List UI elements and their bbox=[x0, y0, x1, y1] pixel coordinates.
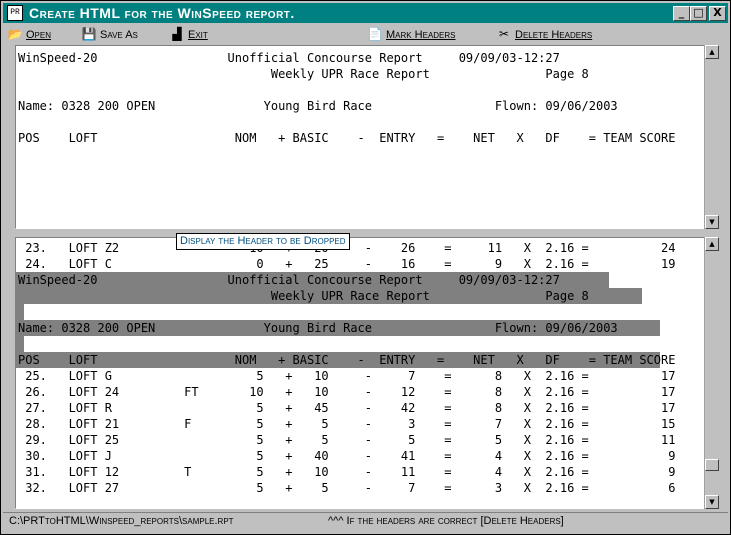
floppy-disk-icon: 💾 bbox=[81, 27, 97, 41]
table-row: 27. LOFT R 5 + 45 - 42 = 8 X 2.16 = 17 bbox=[18, 401, 676, 415]
table-row: 25. LOFT G 5 + 10 - 7 = 8 X 2.16 = 17 bbox=[18, 369, 676, 383]
scroll-down-icon[interactable]: ▼ bbox=[705, 495, 719, 509]
marked-header-line: Name: 0328 200 OPEN Young Bird Race Flow… bbox=[18, 321, 618, 335]
menu-exit[interactable]: ▟ Exit bbox=[169, 27, 208, 43]
table-row: 32. LOFT 27 5 + 5 - 7 = 3 X 2.16 = 6 bbox=[18, 481, 676, 495]
status-message: ^^^ If the headers are correct [Delete H… bbox=[328, 515, 564, 527]
app-window: PR Create HTML for the WinSpeed report. … bbox=[0, 0, 731, 535]
table-row: 29. LOFT 25 5 + 5 - 5 = 5 X 2.16 = 11 bbox=[18, 433, 676, 447]
door-exit-icon: ▟ bbox=[172, 27, 182, 41]
menu-delete-headers-label: Delete Headers bbox=[515, 29, 593, 41]
mark-document-icon: 📄 bbox=[367, 27, 383, 41]
menu-mark-headers[interactable]: 📄 Mark Headers bbox=[367, 27, 456, 43]
scissors-icon: ✂ bbox=[498, 27, 510, 41]
menu-delete-headers[interactable]: ✂ Delete Headers bbox=[496, 27, 592, 43]
menu-bar: 📂 Open 💾 Save As ▟ Exit 📄 Mark Headers ✂ Dele… bbox=[3, 25, 728, 45]
menu-save-as[interactable]: 💾 Save As bbox=[81, 27, 138, 43]
menu-save-as-label: Save As bbox=[100, 29, 138, 41]
tooltip: Display the Header to be Dropped bbox=[176, 233, 350, 250]
file-path: C:\PRTtoHTML\Winspeed_reports\sample.rpt bbox=[9, 515, 234, 527]
folder-open-icon: 📂 bbox=[7, 27, 23, 41]
window-title: Create HTML for the WinSpeed report. bbox=[29, 5, 295, 21]
marked-header-line: WinSpeed-20 Unofficial Concourse Report … bbox=[18, 273, 560, 287]
table-row: 28. LOFT 21 F 5 + 5 - 3 = 7 X 2.16 = 15 bbox=[18, 417, 676, 431]
header-highlight bbox=[16, 336, 24, 352]
scroll-up-icon[interactable]: ▲ bbox=[705, 237, 719, 251]
table-row: 24. LOFT C 0 + 25 - 16 = 9 X 2.16 = 19 bbox=[18, 257, 676, 271]
header-preview-pane[interactable]: WinSpeed-20 Unofficial Concourse Report … bbox=[15, 45, 706, 229]
menu-mark-headers-label: Mark Headers bbox=[386, 29, 456, 41]
marked-header-line: Weekly UPR Race Report Page 8 bbox=[18, 289, 589, 303]
status-bar: C:\PRTtoHTML\Winspeed_reports\sample.rpt… bbox=[3, 512, 728, 531]
menu-open-label: Open bbox=[26, 29, 52, 41]
close-button[interactable]: X bbox=[709, 6, 726, 21]
table-row: 31. LOFT 12 T 5 + 10 - 11 = 4 X 2.16 = 9 bbox=[18, 465, 676, 479]
bottom-pane-scrollbar[interactable]: ▲ ▼ bbox=[704, 237, 719, 509]
minimize-button[interactable]: _ bbox=[673, 6, 690, 21]
app-icon[interactable]: PR bbox=[7, 5, 23, 21]
scroll-thumb[interactable] bbox=[705, 459, 719, 471]
scroll-up-icon[interactable]: ▲ bbox=[705, 45, 719, 59]
report-body-pane[interactable]: 23. LOFT Z2 10 + 20 - 26 = 11 X 2.16 = 2… bbox=[15, 237, 706, 509]
header-highlight bbox=[16, 304, 24, 320]
menu-exit-label: Exit bbox=[188, 29, 208, 41]
table-row: 30. LOFT J 5 + 40 - 41 = 4 X 2.16 = 9 bbox=[18, 449, 676, 463]
top-pane-scrollbar[interactable]: ▲ ▼ bbox=[704, 45, 719, 229]
title-bar[interactable]: PR Create HTML for the WinSpeed report. … bbox=[3, 3, 728, 23]
menu-open[interactable]: 📂 Open bbox=[7, 27, 52, 43]
report-line: WinSpeed-20 Unofficial Concourse Report … bbox=[18, 51, 560, 65]
marked-header-line: POS LOFT NOM + BASIC - ENTRY = NET X DF … bbox=[18, 353, 676, 367]
table-row: 26. LOFT 24 FT 10 + 10 - 12 = 8 X 2.16 =… bbox=[18, 385, 676, 399]
scroll-down-icon[interactable]: ▼ bbox=[705, 215, 719, 229]
report-line: POS LOFT NOM + BASIC - ENTRY = NET X DF … bbox=[18, 131, 676, 145]
report-line: Weekly UPR Race Report Page 8 bbox=[18, 67, 589, 81]
report-line: Name: 0328 200 OPEN Young Bird Race Flow… bbox=[18, 99, 618, 113]
maximize-button[interactable]: □ bbox=[690, 6, 707, 21]
